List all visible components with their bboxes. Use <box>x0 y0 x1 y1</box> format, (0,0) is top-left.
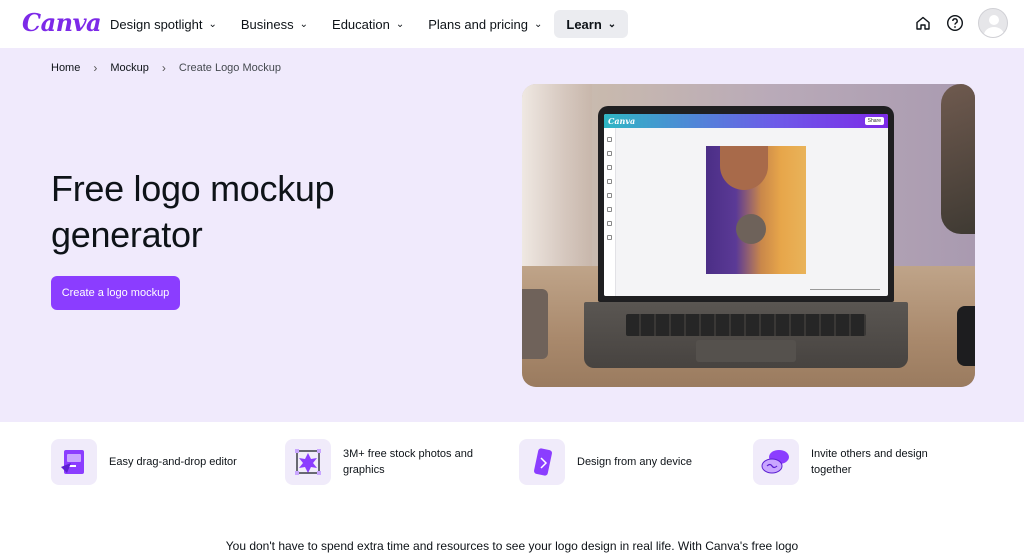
editor-toolbar: Canva Share <box>604 114 888 128</box>
breadcrumb-current: Create Logo Mockup <box>178 62 281 74</box>
breadcrumb-home[interactable]: Home <box>51 62 80 74</box>
nav-icons <box>914 8 1008 38</box>
menu-label: Plans and pricing <box>428 16 528 32</box>
feature-item: Design from any device <box>519 439 707 485</box>
editor-share-button: Share <box>864 117 884 125</box>
canva-logo[interactable]: Canva <box>22 8 102 37</box>
feature-text: Invite others and design together <box>811 448 928 476</box>
intro-paragraph: You don't have to spend extra time and r… <box>225 539 799 553</box>
editor-logo: Canva <box>608 116 636 126</box>
menu-design-spotlight[interactable]: Design spotlight ⌄ <box>98 10 229 38</box>
top-navigation: Canva Design spotlight ⌄ Business ⌄ Educ… <box>0 0 1024 48</box>
mockup-design-image <box>706 146 806 274</box>
laptop-screen: Canva Share <box>598 106 894 302</box>
zoom-slider <box>810 289 880 290</box>
page-title: Free logo mockup generator <box>51 168 335 255</box>
editor-sidebar <box>604 128 616 296</box>
chevron-right-icon: › <box>93 61 98 75</box>
chevron-down-icon: ⌄ <box>299 18 309 30</box>
menu-label: Business <box>240 16 294 32</box>
main-menu: Design spotlight ⌄ Business ⌄ Education … <box>98 10 629 38</box>
feature-item: Easy drag-and-drop editor <box>51 439 239 485</box>
breadcrumb: Home › Mockup › Create Logo Mockup <box>51 61 281 75</box>
feature-text: Easy drag-and-drop editor <box>109 456 237 468</box>
features-row: Easy drag-and-drop editor 3M+ free stock… <box>0 422 1024 512</box>
plant-decoration <box>941 84 975 234</box>
chevron-down-icon: ⌄ <box>208 18 217 30</box>
menu-education[interactable]: Education ⌄ <box>320 10 416 38</box>
camera-decoration <box>957 306 975 366</box>
logo-coaster <box>736 214 766 244</box>
feature-item: 3M+ free stock photos and graphics <box>285 439 473 485</box>
chevron-right-icon: › <box>161 61 166 75</box>
feature-text: Design from any device <box>577 456 692 468</box>
menu-label: Design spotlight <box>110 16 203 32</box>
menu-label: Education <box>332 16 390 32</box>
help-icon[interactable] <box>946 14 964 32</box>
menu-label: Learn <box>566 16 602 32</box>
hero-laptop-photo: Canva Share <box>522 84 975 387</box>
stock-photos-icon <box>285 439 331 485</box>
home-icon[interactable] <box>914 14 932 32</box>
collaborate-icon <box>753 439 799 485</box>
chevron-down-icon: ⌄ <box>395 18 405 30</box>
laptop-keyboard <box>584 302 908 368</box>
chevron-down-icon: ⌄ <box>533 18 543 30</box>
mug-decoration <box>522 289 548 359</box>
menu-plans-and-pricing[interactable]: Plans and pricing ⌄ <box>416 10 554 38</box>
avatar[interactable] <box>978 8 1008 38</box>
create-logo-mockup-button[interactable]: Create a logo mockup <box>51 276 180 310</box>
drag-drop-editor-icon <box>51 439 97 485</box>
menu-learn[interactable]: Learn ⌄ <box>554 10 629 38</box>
mobile-device-icon <box>519 439 565 485</box>
chevron-down-icon: ⌄ <box>607 18 617 30</box>
breadcrumb-mockup[interactable]: Mockup <box>110 62 149 74</box>
editor-preview: Canva Share <box>604 114 888 296</box>
menu-business[interactable]: Business ⌄ <box>229 10 320 38</box>
feature-text: 3M+ free stock photos and graphics <box>343 448 473 476</box>
feature-item: Invite others and design together <box>753 439 941 485</box>
hero-section: Home › Mockup › Create Logo Mockup Free … <box>0 48 1024 422</box>
